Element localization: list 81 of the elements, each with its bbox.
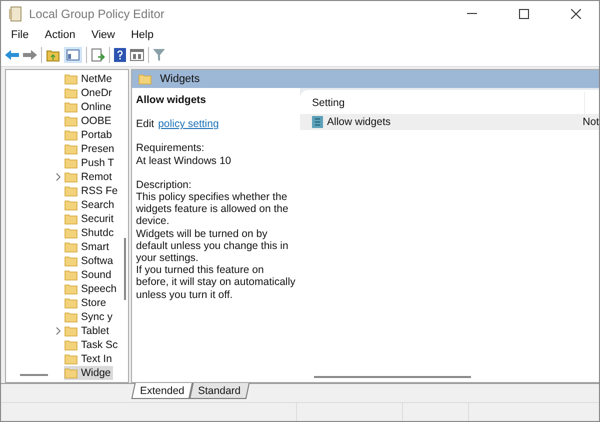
chevron-icon[interactable]	[56, 173, 61, 181]
description-text: If you turned this feature on before, it will stay on automatically unless you turn it off.	[136, 264, 296, 301]
tree-item[interactable]: Tablet	[64, 324, 112, 338]
folder-up-icon[interactable]	[46, 48, 60, 62]
window-title: Local Group Policy Editor	[29, 6, 166, 20]
close-icon[interactable]	[571, 8, 581, 18]
section-title: Widgets	[160, 73, 200, 85]
menu-item[interactable]: File	[3, 29, 37, 41]
tree-item[interactable]: Portab	[64, 128, 114, 142]
tree-item[interactable]: Smart	[64, 240, 112, 254]
tree-item[interactable]: Softwa	[64, 254, 116, 268]
folder-icon	[64, 101, 78, 113]
help-icon[interactable]	[114, 48, 126, 62]
menu-item[interactable]: Action	[36, 29, 84, 41]
tree-item[interactable]: Speech	[64, 282, 119, 296]
tree-item[interactable]: Store	[64, 296, 108, 310]
folder-icon	[64, 171, 78, 183]
tree-item[interactable]: Online	[64, 100, 114, 114]
chevron-icon[interactable]	[56, 327, 61, 335]
folder-icon	[64, 185, 78, 197]
forward-arrow-icon[interactable]	[23, 50, 37, 60]
description-text: Widgets will be turned on by default unless you change this in your settings.	[136, 228, 290, 264]
requirements-text: At least Windows 10	[136, 154, 232, 167]
maximize-icon[interactable]	[519, 8, 529, 18]
setting-row[interactable]: Allow widgets Not	[300, 114, 599, 130]
tree-item[interactable]: Presen	[64, 142, 116, 156]
folder-icon	[138, 73, 152, 85]
folder-icon	[64, 129, 78, 141]
folder-icon	[64, 73, 78, 85]
tree-item[interactable]: Search	[64, 198, 116, 212]
description-text: This policy specifies whether the widgets feature is allowed on the device.	[136, 191, 290, 228]
folder-icon	[64, 297, 78, 309]
console-tree-icon[interactable]	[64, 47, 82, 63]
tree-item[interactable]: Widge	[64, 366, 113, 380]
folder-icon	[64, 283, 78, 295]
folder-icon	[64, 269, 78, 281]
tree-item[interactable]: Shutdc	[64, 226, 116, 240]
app-icon	[9, 6, 23, 22]
folder-icon	[64, 87, 78, 99]
tree-item[interactable]: OneDr	[64, 86, 114, 100]
tree-item[interactable]: Task Sc	[64, 338, 120, 352]
folder-icon	[64, 227, 78, 239]
tree-item[interactable]: Sync y	[64, 310, 115, 324]
back-arrow-icon[interactable]	[5, 50, 19, 60]
folder-icon	[64, 199, 78, 211]
scrollbar-thumb[interactable]	[314, 376, 471, 378]
scrollbar-thumb[interactable]	[124, 238, 126, 300]
tree-item[interactable]: NetMe	[64, 72, 114, 86]
export-list-icon[interactable]	[91, 48, 105, 62]
menu-item[interactable]: View	[83, 29, 123, 41]
folder-icon	[64, 255, 78, 267]
folder-icon	[64, 325, 78, 337]
folder-icon	[64, 157, 78, 169]
tree-item[interactable]: RSS Fe	[64, 184, 120, 198]
view-tab[interactable]: Standard	[190, 383, 250, 399]
tree-item[interactable]: OOBE	[64, 114, 114, 128]
folder-icon	[64, 311, 78, 323]
setting-state: Not	[582, 116, 599, 128]
view-tab[interactable]: Extended	[131, 383, 194, 399]
policy-title: Allow widgets	[136, 94, 208, 106]
tree-item[interactable]: Securit	[64, 212, 116, 226]
folder-icon	[64, 339, 78, 351]
policy-icon	[312, 116, 323, 128]
requirements-label: Requirements:	[136, 142, 206, 155]
edit-label: Edit	[136, 118, 154, 130]
filter-icon[interactable]	[153, 49, 165, 61]
scrollbar-thumb[interactable]	[20, 374, 48, 376]
policy-setting-link[interactable]: policy setting	[158, 118, 219, 130]
folder-icon	[64, 367, 78, 379]
menu-item[interactable]: Help	[122, 29, 162, 41]
folder-icon	[64, 143, 78, 155]
tree-item[interactable]: Text In	[64, 352, 114, 366]
folder-icon	[64, 241, 78, 253]
window-view-icon[interactable]	[130, 49, 144, 61]
folder-icon	[64, 115, 78, 127]
tree-item[interactable]: Sound	[64, 268, 114, 282]
tree-item[interactable]: Remot	[64, 170, 114, 184]
tree-item[interactable]: Push T	[64, 156, 116, 170]
folder-icon	[64, 213, 78, 225]
setting-name: Allow widgets	[327, 116, 391, 128]
description-label: Description:	[136, 178, 192, 192]
